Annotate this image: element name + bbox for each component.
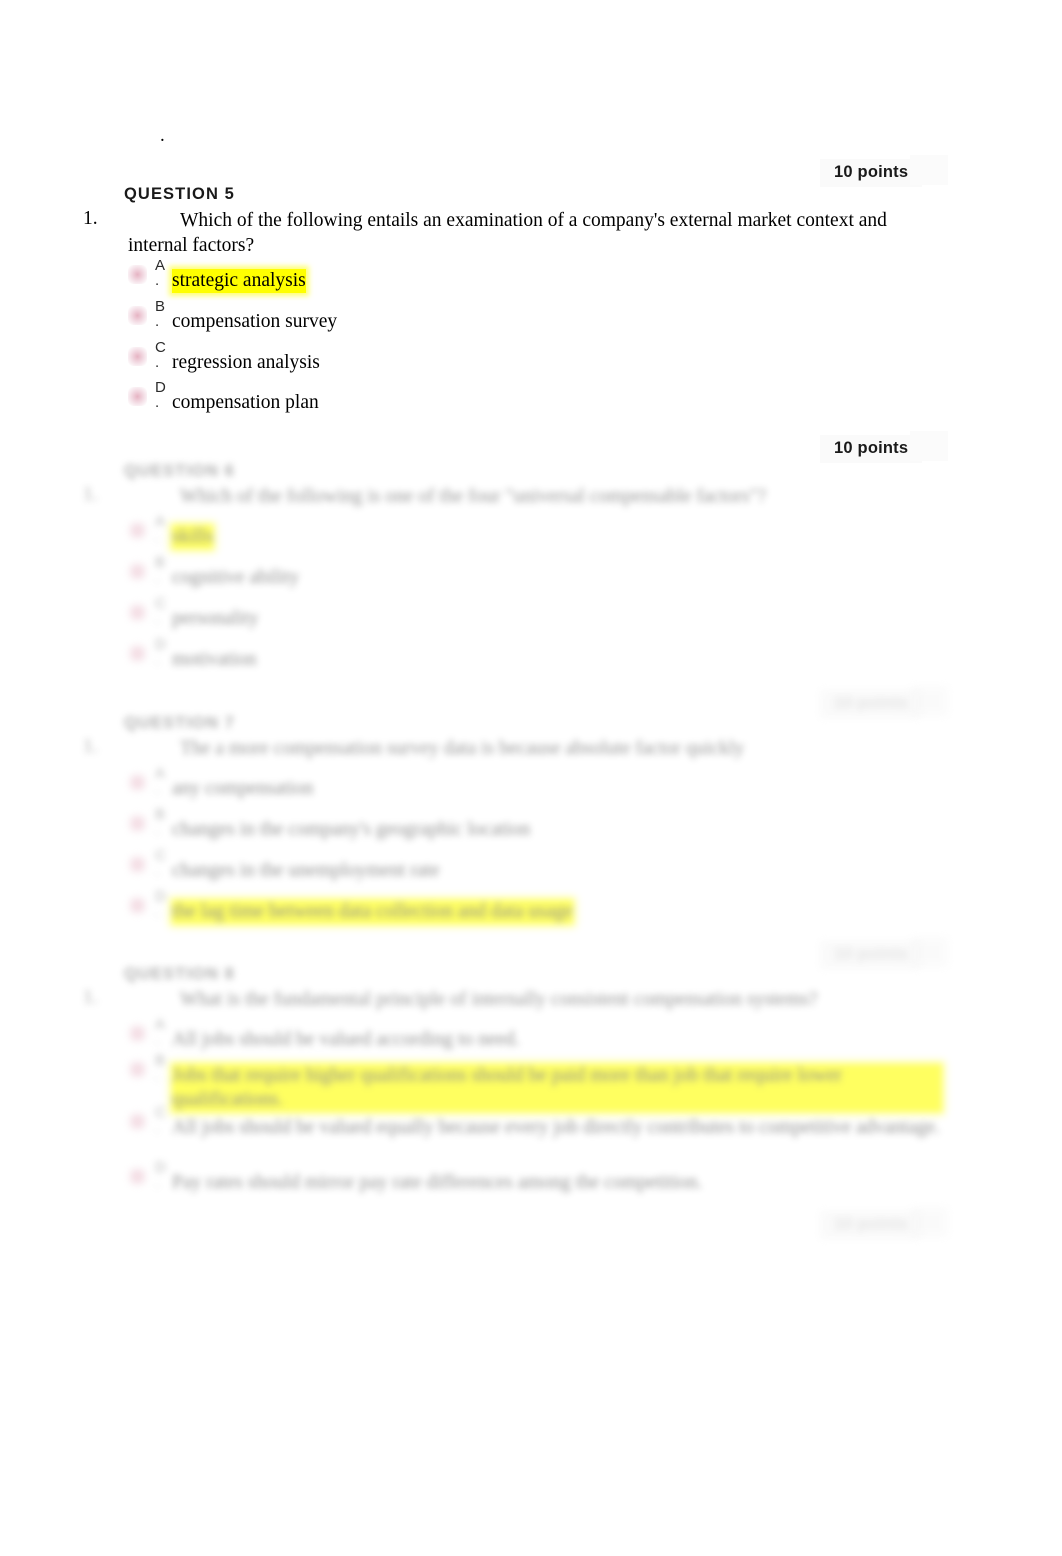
radio-button-icon[interactable] [128, 1024, 147, 1043]
points-badge-tail-q8 [910, 937, 948, 967]
answer-text: strategic analysis [172, 269, 306, 293]
question-header-q6: QUESTION 6 [124, 462, 235, 480]
answer-option-q8-a[interactable]: A. All jobs should be valued according t… [128, 1017, 520, 1052]
answer-letter: B. [155, 1052, 166, 1084]
answer-text: All jobs should be valued according to n… [172, 1029, 520, 1050]
answer-text: changes in the company's geographic loca… [172, 819, 531, 840]
answer-option-q7-c[interactable]: C. changes in the unemployment rate [128, 848, 440, 883]
answer-text: motivation [172, 649, 257, 670]
answer-option-q6-d[interactable]: D. motivation [128, 637, 257, 672]
question-prompt-q8: What is the fundamental principle of int… [128, 987, 958, 1012]
answer-letter: B. [155, 806, 166, 838]
answer-option-q5-b[interactable]: B. compensation survey [128, 299, 337, 334]
question-header-q5: QUESTION 5 [124, 185, 235, 203]
answer-option-q7-b[interactable]: B. changes in the company's geographic l… [128, 807, 530, 842]
answer-option-q7-a[interactable]: A. any compensation [128, 766, 313, 801]
answer-letter: C. [155, 1104, 166, 1136]
question-prompt-text-q5: Which of the following entails an examin… [128, 210, 887, 256]
question-prompt-text-q7: The a more compensation survey data is b… [180, 738, 745, 759]
radio-button-icon[interactable] [128, 347, 147, 366]
answer-option-q5-d[interactable]: D. compensation plan [128, 380, 319, 415]
question-header-q8: QUESTION 8 [124, 965, 235, 983]
radio-button-icon[interactable] [128, 265, 147, 284]
question-number-q8: 1. [83, 987, 98, 1008]
answer-option-q8-d[interactable]: D. Pay rates should mirror pay rate diff… [128, 1160, 702, 1195]
answer-option-q6-b[interactable]: B. cognitive ability [128, 555, 299, 590]
radio-button-icon[interactable] [128, 1112, 147, 1131]
points-badge-q6: 10 points [820, 435, 923, 463]
radio-button-icon[interactable] [128, 603, 147, 622]
answer-text: changes in the unemployment rate [172, 860, 440, 881]
answer-option-q7-d[interactable]: D. the lag time between data collection … [128, 889, 573, 924]
answer-text: Pay rates should mirror pay rate differe… [172, 1172, 703, 1193]
radio-button-icon[interactable] [128, 306, 147, 325]
answer-option-q6-c[interactable]: C. personality [128, 596, 259, 631]
question-prompt-q6: Which of the following is one of the fou… [128, 484, 928, 509]
answer-letter: D. [155, 379, 166, 411]
points-badge-trailing: 10 points [820, 1211, 923, 1239]
question-prompt-q7: The a more compensation survey data is b… [128, 736, 928, 761]
answer-text: personality [172, 608, 259, 629]
question-number-q5: 1. [83, 208, 98, 229]
answer-letter: D. [155, 888, 166, 920]
answer-letter: D. [155, 1159, 166, 1191]
radio-button-icon[interactable] [128, 521, 147, 540]
answer-letter: A. [155, 1016, 166, 1048]
radio-button-icon[interactable] [128, 896, 147, 915]
answer-text: compensation survey [172, 311, 338, 332]
radio-button-icon[interactable] [128, 814, 147, 833]
answer-text: skills [172, 525, 214, 549]
answer-option-q6-a[interactable]: A. skills [128, 513, 214, 549]
points-badge-tail-trailing [910, 1207, 948, 1237]
stray-mark: . [160, 125, 165, 146]
answer-option-q5-c[interactable]: C. regression analysis [128, 340, 320, 375]
answer-option-q5-a[interactable]: A. strategic analysis [128, 258, 306, 293]
points-badge-tail-q7 [910, 686, 948, 716]
points-badge-q5: 10 points [820, 159, 923, 187]
answer-text: any compensation [172, 778, 314, 799]
answer-letter: C. [155, 595, 166, 627]
answer-letter: B. [155, 298, 166, 330]
answer-letter: D. [155, 636, 166, 668]
answer-text: cognitive ability [172, 567, 300, 588]
radio-button-icon[interactable] [128, 562, 147, 581]
points-badge-q8-top: 10 points [820, 941, 923, 969]
answer-letter: B. [155, 554, 166, 586]
question-number-q6: 1. [83, 484, 98, 505]
points-badge-tail-q6 [910, 431, 948, 461]
answer-option-q8-c[interactable]: C. All jobs should be valued equally bec… [128, 1105, 948, 1140]
answer-letter: A. [155, 513, 166, 545]
question-prompt-text-q8: What is the fundamental principle of int… [180, 989, 818, 1010]
answer-letter: C. [155, 847, 166, 879]
question-prompt-q5: Which of the following entails an examin… [128, 208, 928, 258]
answer-text: the lag time between data collection and… [172, 900, 573, 924]
radio-button-icon[interactable] [128, 773, 147, 792]
answer-letter: A. [155, 257, 166, 289]
answer-option-q8-b[interactable]: B. Jobs that require higher qualificatio… [128, 1053, 948, 1112]
answer-text: compensation plan [172, 392, 319, 413]
answer-letter: C. [155, 339, 166, 371]
answer-letter: A. [155, 765, 166, 797]
question-header-q7: QUESTION 7 [124, 714, 235, 732]
radio-button-icon[interactable] [128, 1060, 147, 1079]
answer-text: All jobs should be valued equally becaus… [172, 1117, 940, 1138]
radio-button-icon[interactable] [128, 387, 147, 406]
radio-button-icon[interactable] [128, 644, 147, 663]
points-badge-q7-top: 10 points [820, 690, 923, 718]
points-badge-tail-q5 [910, 155, 948, 185]
question-number-q7: 1. [83, 736, 98, 757]
radio-button-icon[interactable] [128, 1167, 147, 1186]
question-prompt-text-q6: Which of the following is one of the fou… [180, 486, 767, 507]
radio-button-icon[interactable] [128, 855, 147, 874]
quiz-page: . 10 points QUESTION 5 1. Which of the f… [0, 0, 1062, 1556]
answer-text: regression analysis [172, 352, 320, 373]
